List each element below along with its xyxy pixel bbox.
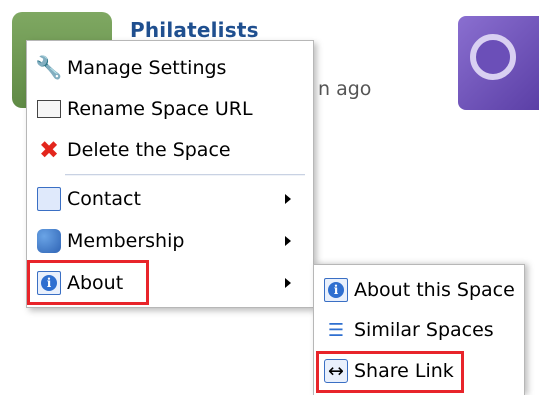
contact-card-icon [37,187,61,211]
other-space-thumbnail[interactable] [458,16,539,110]
submenu-item-similar-spaces[interactable]: ☰ Similar Spaces [324,313,494,347]
menu-item-label: Manage Settings [67,57,227,79]
menu-item-label: Membership [67,230,185,252]
about-submenu: i About this Space ☰ Similar Spaces ↔ Sh… [313,264,525,395]
about-info-icon: i [324,278,348,302]
menu-item-label: Delete the Space [67,139,231,161]
similar-spaces-icon: ☰ [327,319,345,341]
menu-item-contact[interactable]: Contact [37,182,303,216]
membership-icon [37,229,61,253]
menu-separator [65,174,305,176]
delete-x-icon: ✖ [38,136,60,164]
submenu-item-about-this-space[interactable]: i About this Space [324,273,515,307]
space-context-menu: 🔧 Manage Settings Rename Space URL ✖ Del… [26,40,314,308]
menu-item-label: Similar Spaces [354,319,494,341]
menu-item-rename-space-url[interactable]: Rename Space URL [37,92,253,126]
about-highlight-box [27,260,149,305]
share-link-highlight-box [316,351,464,393]
menu-item-label: Contact [67,188,141,210]
space-title-link[interactable]: Philatelists [130,18,259,42]
space-activity-time: n ago [318,78,372,100]
rename-icon [37,97,61,121]
submenu-arrow-icon [285,236,291,246]
menu-item-manage-settings[interactable]: 🔧 Manage Settings [35,51,227,85]
menu-item-label: Rename Space URL [67,98,253,120]
submenu-arrow-icon [285,194,291,204]
menu-item-delete-space[interactable]: ✖ Delete the Space [37,133,231,167]
menu-item-membership[interactable]: Membership [37,224,303,258]
menu-item-label: About this Space [354,279,515,301]
submenu-arrow-icon [285,278,291,288]
wrench-icon: 🔧 [35,55,63,81]
